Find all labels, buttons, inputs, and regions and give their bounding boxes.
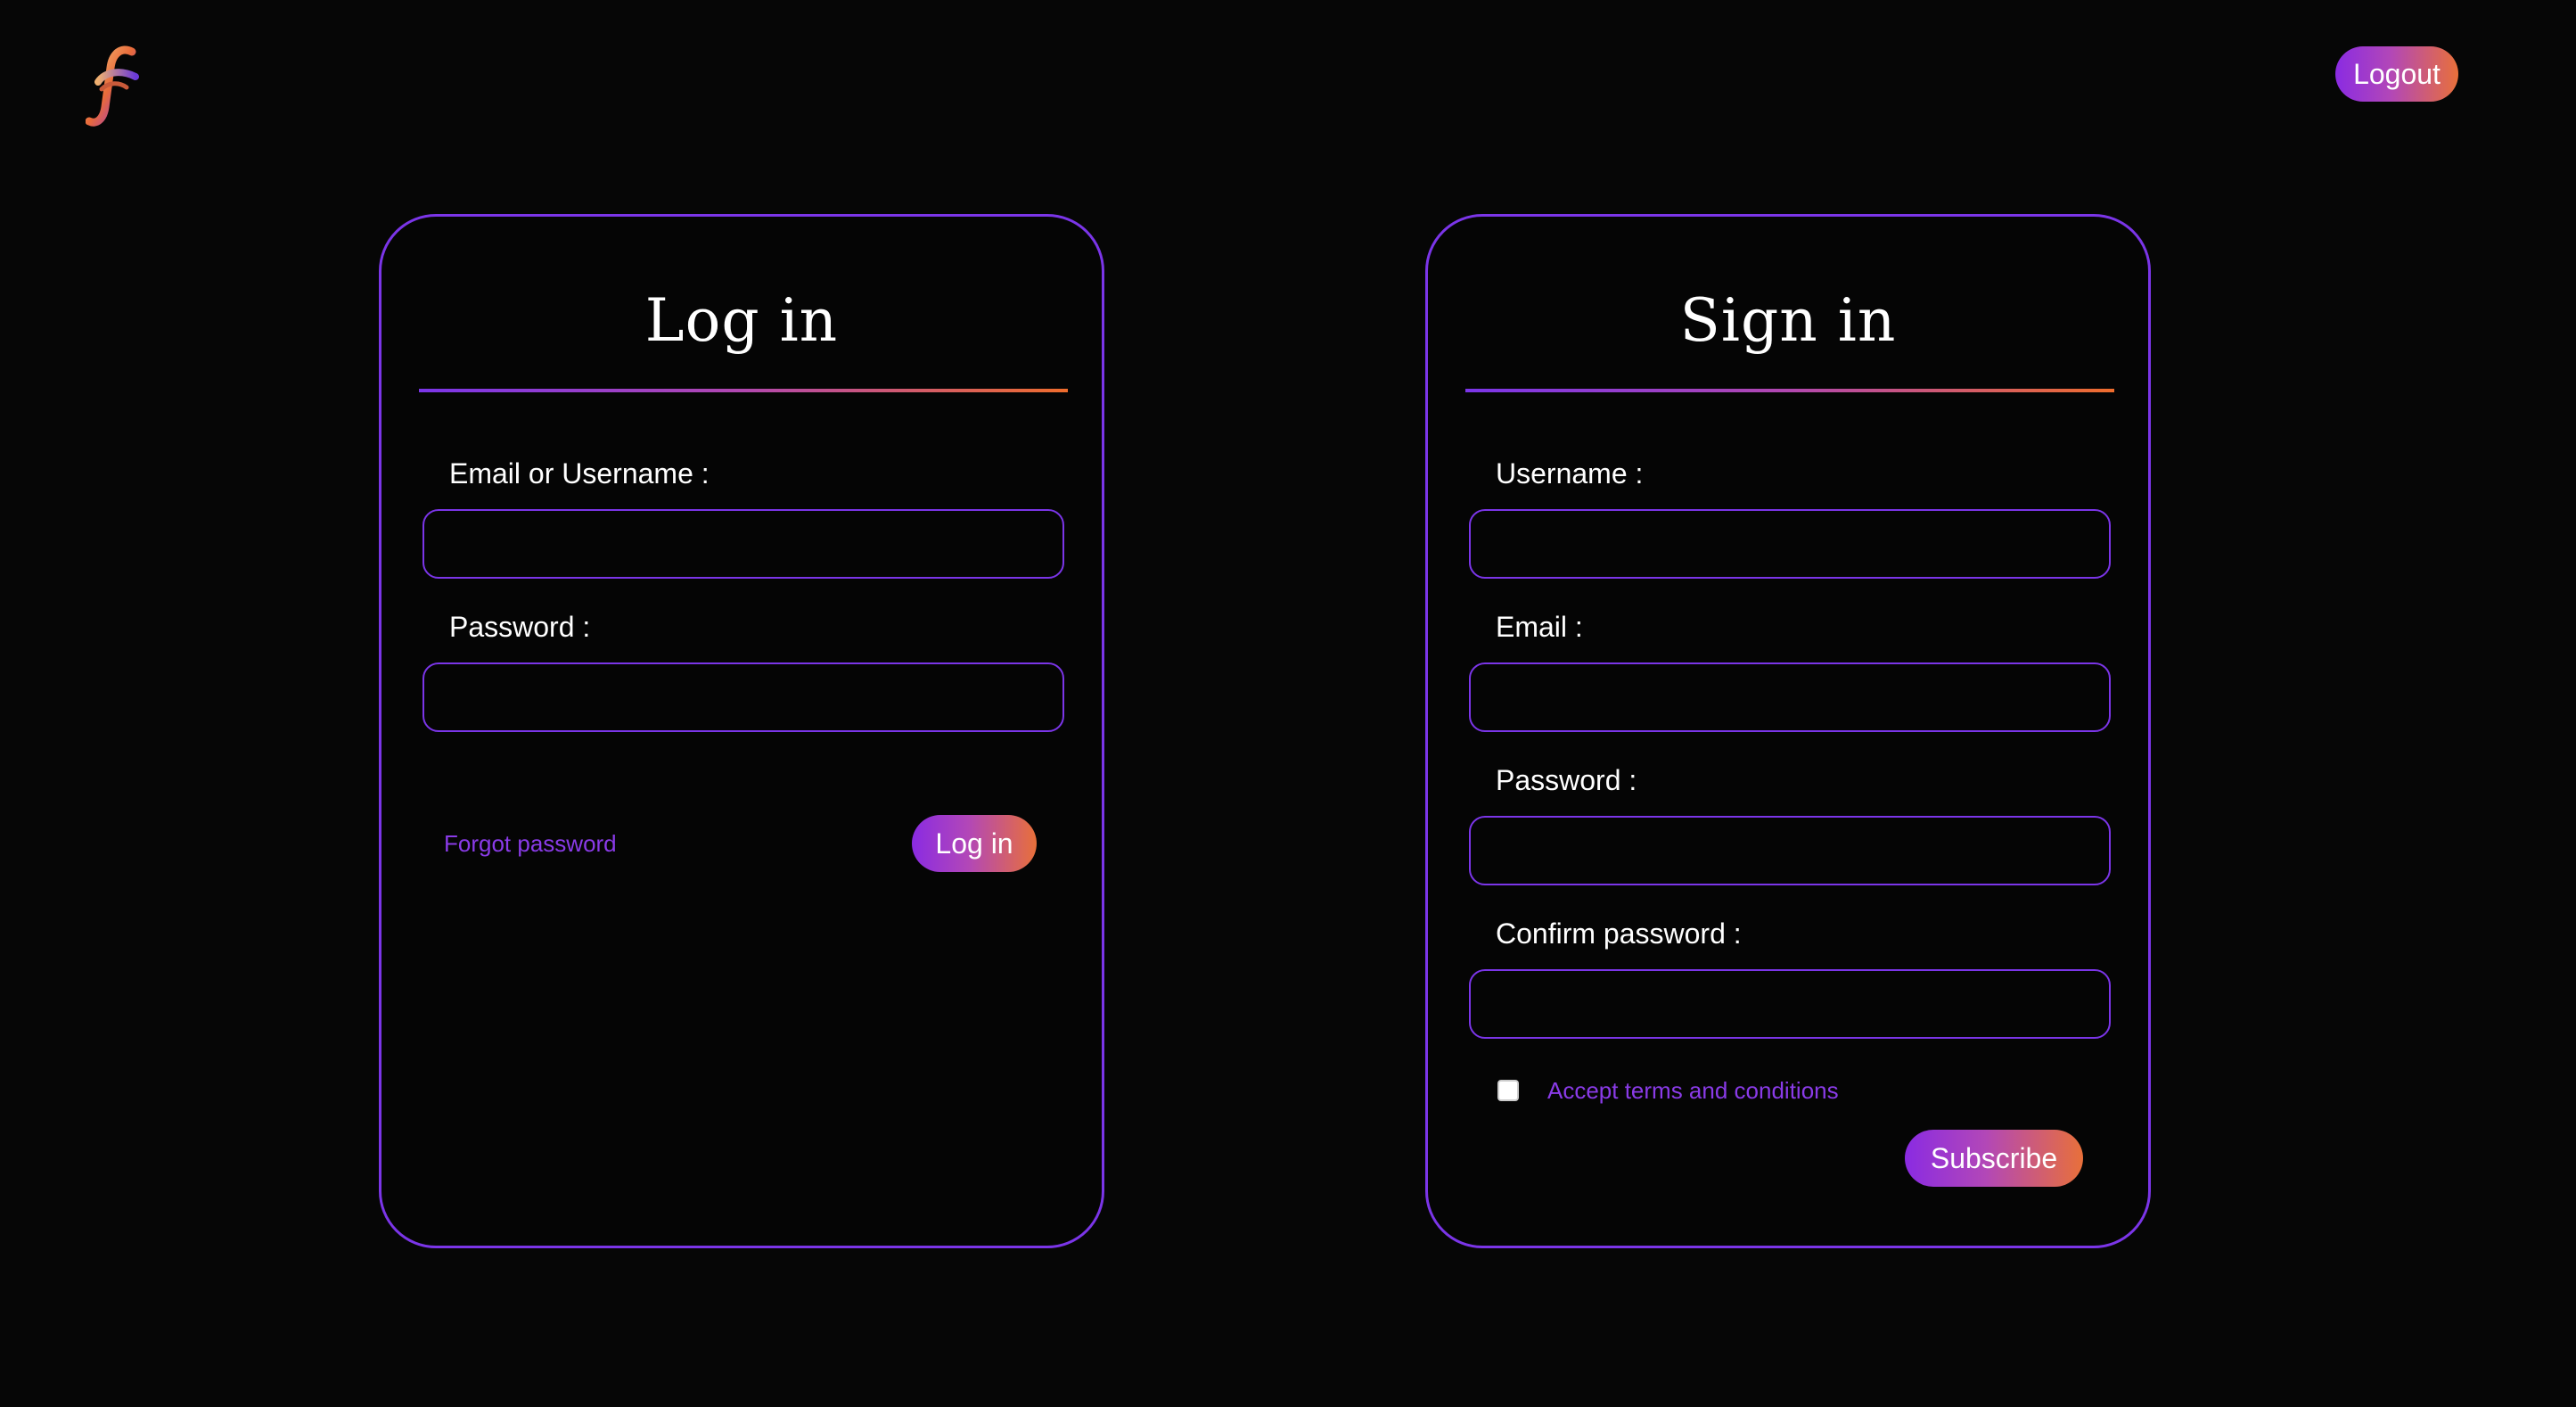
- signin-username-label: Username :: [1496, 457, 1644, 490]
- login-password-input[interactable]: [422, 662, 1064, 732]
- forgot-password-link[interactable]: Forgot password: [444, 828, 617, 859]
- signin-card: Sign in Username : Email : Password : Co…: [1425, 214, 2151, 1248]
- terms-checkbox[interactable]: [1497, 1080, 1519, 1101]
- logo-icon[interactable]: [86, 45, 143, 130]
- login-email-input[interactable]: [422, 509, 1064, 579]
- signin-password-label: Password :: [1496, 764, 1637, 796]
- login-email-label: Email or Username :: [449, 457, 710, 490]
- signin-password-input[interactable]: [1469, 816, 2111, 885]
- logout-button[interactable]: Logout: [2335, 46, 2458, 102]
- login-title-divider: [419, 389, 1068, 392]
- signin-confirm-password-input[interactable]: [1469, 969, 2111, 1039]
- signin-email-label: Email :: [1496, 611, 1583, 643]
- login-button[interactable]: Log in: [912, 815, 1037, 872]
- subscribe-button[interactable]: Subscribe: [1905, 1130, 2083, 1187]
- login-password-label: Password :: [449, 611, 591, 643]
- logo-graphic: [86, 45, 139, 127]
- signin-confirm-password-label: Confirm password :: [1496, 917, 1742, 950]
- page: Logout Log in Email or Username : Passwo…: [0, 0, 2576, 1407]
- signin-email-input[interactable]: [1469, 662, 2111, 732]
- signin-title-divider: [1465, 389, 2114, 392]
- signin-title: Sign in: [1679, 286, 1897, 355]
- signin-username-input[interactable]: [1469, 509, 2111, 579]
- login-title: Log in: [644, 286, 839, 355]
- login-card: Log in Email or Username : Password : Fo…: [379, 214, 1104, 1248]
- terms-link[interactable]: Accept terms and conditions: [1547, 1075, 1839, 1106]
